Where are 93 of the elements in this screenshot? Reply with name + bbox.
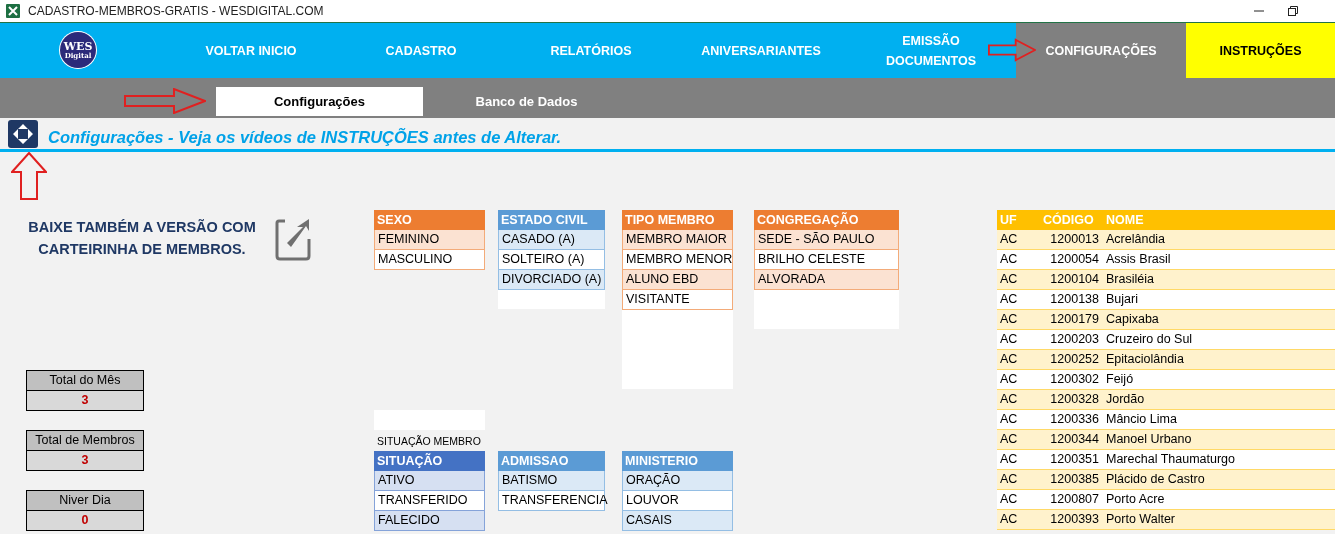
table-cell-text: 1200328 [1049,391,1100,408]
table-cell-text: AC [999,451,1019,468]
list-item: TRANSFERIDO [374,491,485,511]
table-cell-text: 1200393 [1049,511,1100,528]
table-cell-text: AC [999,371,1019,388]
list-item: ATIVO [374,471,485,491]
list-item: SOLTEIRO (A) [498,250,605,270]
table-cell-text: Mâncio Lima [1105,411,1178,428]
list-item: FEMININO [374,230,485,250]
table-cell-text: 1200351 [1049,451,1100,468]
table-cell-text: Marechal Thaumaturgo [1105,451,1236,468]
promo-text: BAIXE TAMBÉM A VERSÃO COM CARTEIRINHA DE MEMBROS. [27,218,257,259]
list-item: ALVORADA [754,270,899,290]
list-item: ALUNO EBD [622,270,733,290]
table-cell-text: AC [999,391,1019,408]
table-cell-text: 1200203 [1049,331,1100,348]
table-cell-text: Brasiléia [1105,271,1155,288]
nav-button[interactable]: EMISSÃO DOCUMENTOS [846,23,1016,78]
tab[interactable]: Banco de Dados [423,87,630,116]
nav-button[interactable]: RELATÓRIOS [506,23,676,78]
list-header: CONGREGAÇÃO [754,210,899,230]
table-cell-text: Cruzeiro do Sul [1105,331,1194,348]
table-cell-text: AC [999,411,1019,428]
table-cell-text: Plácido de Castro [1105,471,1206,488]
nav-button[interactable]: CONFIGURAÇÕES [1016,23,1186,78]
table-cell-text: AC [999,491,1019,508]
table-cell-text: 1200252 [1049,351,1100,368]
list-item: ORAÇÃO [622,471,733,491]
table-cell-text: 1200302 [1049,371,1100,388]
table-cell-text: 1200138 [1049,291,1100,308]
heading: Configurações - Veja os vídeos de INSTRUÇÕES antes de Alterar. [48,127,562,147]
list-item: MEMBRO MAIOR [622,230,733,250]
table-cell-text: 1200807 [1049,491,1100,508]
list-item: VISITANTE [622,290,733,310]
table-cell-text: 1200344 [1049,431,1100,448]
nav-button[interactable]: CADASTRO [336,23,506,78]
table-cell-text: Jordão [1105,391,1146,408]
table-cell-text: 1200385 [1049,471,1100,488]
table-cell-text: 1200104 [1049,271,1100,288]
list-item: LOUVOR [622,491,733,511]
column-header: CÓDIGO [1042,211,1095,229]
stat-value: 3 [27,391,143,410]
stat-label: Total de Membros [27,431,143,451]
column-header: NOME [1105,212,1145,229]
stat-value: 0 [27,511,143,530]
table-cell-text: AC [999,291,1019,308]
tab[interactable]: Configurações [216,87,423,116]
table-cell-text: AC [999,331,1019,348]
list-header: MINISTERIO [622,451,733,471]
nav-button[interactable]: VOLTAR INICIO [166,23,336,78]
table-cell-text: 1200336 [1049,411,1100,428]
stat-label: Total do Mês [27,371,143,391]
list-header: ADMISSAO [498,451,605,471]
list-item: FALECIDO [374,511,485,531]
table-cell-text: AC [999,471,1019,488]
table-cell-text: Manoel Urbano [1105,431,1193,448]
list-header: ESTADO CIVIL [498,210,605,230]
list-header: SEXO [374,210,485,230]
list-item: MEMBRO MENOR [622,250,733,270]
table-cell-text: Assis Brasil [1105,251,1172,268]
nav-button[interactable]: ANIVERSARIANTES [676,23,846,78]
table-cell-text: AC [999,431,1019,448]
list-item: CASADO (A) [498,230,605,250]
table-cell-text: Bujari [1105,291,1139,308]
list-item: DIVORCIADO (A) [498,270,605,290]
caption: SITUAÇÃO MEMBRO [377,435,481,447]
stat-label: Niver Dia [27,491,143,511]
table-cell-text: Feijó [1105,371,1135,388]
column-header: UF [999,212,1018,229]
window-title: CADASTRO-MEMBROS-GRATIS - WESDIGITAL.COM [28,4,325,18]
list-item: SEDE - SÃO PAULO [754,230,899,250]
nav-button[interactable]: INSTRUÇÕES [1186,23,1335,78]
table-cell-text: AC [999,351,1019,368]
list-header: SITUAÇÃO [374,451,485,471]
list-item: BATISMO [498,471,605,491]
table-cell-text: Porto Acre [1105,491,1166,508]
table-cell-text: AC [999,271,1019,288]
list-item: MASCULINO [374,250,485,270]
table-cell-text: Porto Walter [1105,511,1176,528]
list-item: BRILHO CELESTE [754,250,899,270]
list-item: CASAIS [622,511,733,531]
table-cell-text: AC [999,511,1019,528]
table-cell-text: AC [999,311,1019,328]
table-cell-text: Capixaba [1105,311,1160,328]
stat-value: 3 [27,451,143,470]
table-cell-text: 1200179 [1049,311,1100,328]
table-cell-text: 1200054 [1049,251,1100,268]
table-cell-text: Epitaciolândia [1105,351,1185,368]
table-cell-text: AC [999,231,1019,248]
table-cell-text: 1200013 [1049,231,1100,248]
table-cell-text: Acrelândia [1105,231,1167,248]
list-header: TIPO MEMBRO [622,210,733,230]
table-cell-text: AC [999,251,1019,268]
